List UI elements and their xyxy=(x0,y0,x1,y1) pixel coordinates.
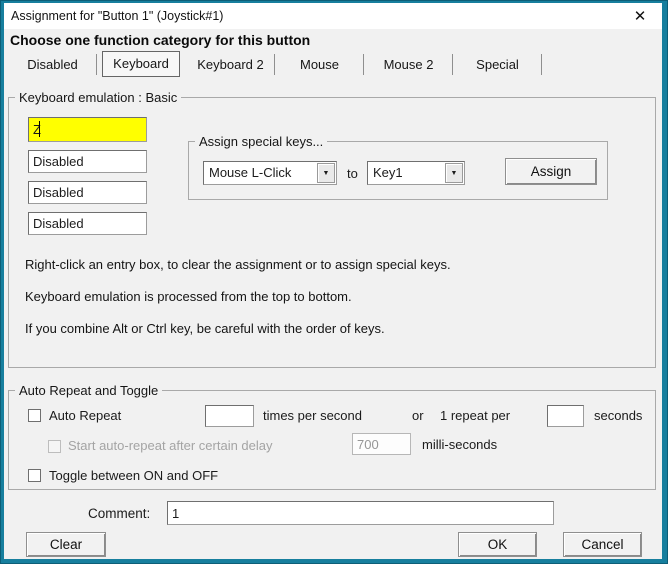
to-label: to xyxy=(347,166,358,181)
key-entry-1[interactable] xyxy=(28,117,147,142)
close-icon[interactable]: ✕ xyxy=(618,3,662,29)
auto-repeat-label: Auto Repeat xyxy=(49,408,122,423)
key-entry-4[interactable] xyxy=(28,212,147,235)
seconds-label: seconds xyxy=(594,408,643,423)
cancel-button[interactable]: Cancel xyxy=(563,532,642,557)
tab-keyboard[interactable]: Keyboard xyxy=(102,50,180,77)
category-tabs: Disabled Keyboard Keyboard 2 Mouse Mouse… xyxy=(8,50,542,77)
chevron-down-icon[interactable]: ▼ xyxy=(445,163,463,183)
tab-special[interactable]: Special xyxy=(453,53,542,77)
tab-keyboard-2[interactable]: Keyboard 2 xyxy=(186,53,275,77)
comment-input[interactable] xyxy=(167,501,554,525)
key-entry-3[interactable] xyxy=(28,181,147,204)
page-title: Choose one function category for this bu… xyxy=(10,32,311,48)
delay-milliseconds-input[interactable] xyxy=(352,433,411,455)
titlebar: Assignment for "Button 1" (Joystick#1) ✕ xyxy=(4,3,662,29)
or-label: or xyxy=(412,408,424,423)
start-delay-label: Start auto-repeat after certain delay xyxy=(68,438,273,453)
comment-label: Comment: xyxy=(88,506,151,521)
start-delay-checkbox[interactable] xyxy=(48,440,61,453)
info-processing-order: Keyboard emulation is processed from the… xyxy=(25,289,352,304)
keyboard-emulation-group-label: Keyboard emulation : Basic xyxy=(15,90,182,105)
assign-button[interactable]: Assign xyxy=(505,158,597,185)
special-key-target-dropdown[interactable]: Key1 ▼ xyxy=(367,161,465,185)
times-per-second-input[interactable] xyxy=(205,405,254,427)
auto-repeat-checkbox[interactable] xyxy=(28,409,41,422)
info-right-click: Right-click an entry box, to clear the a… xyxy=(25,257,451,272)
text-caret xyxy=(39,121,40,137)
tab-mouse[interactable]: Mouse xyxy=(275,53,364,77)
special-key-source-dropdown[interactable]: Mouse L-Click ▼ xyxy=(203,161,337,185)
special-key-target-value: Key1 xyxy=(373,165,403,180)
tab-disabled[interactable]: Disabled xyxy=(8,53,97,77)
window-title: Assignment for "Button 1" (Joystick#1) xyxy=(11,9,224,23)
key-entry-2[interactable] xyxy=(28,150,147,173)
assignment-dialog: Assignment for "Button 1" (Joystick#1) ✕… xyxy=(0,0,668,564)
auto-repeat-group-label: Auto Repeat and Toggle xyxy=(15,383,163,398)
ok-button[interactable]: OK xyxy=(458,532,537,557)
assign-special-keys-label: Assign special keys... xyxy=(195,134,328,149)
times-per-second-label: times per second xyxy=(263,408,362,423)
chevron-down-icon[interactable]: ▼ xyxy=(317,163,335,183)
clear-button[interactable]: Clear xyxy=(26,532,106,557)
tab-mouse-2[interactable]: Mouse 2 xyxy=(364,53,453,77)
info-alt-ctrl: If you combine Alt or Ctrl key, be caref… xyxy=(25,321,385,336)
special-key-source-value: Mouse L-Click xyxy=(209,165,292,180)
repeat-seconds-input[interactable] xyxy=(547,405,584,427)
toggle-checkbox[interactable] xyxy=(28,469,41,482)
milliseconds-label: milli-seconds xyxy=(422,437,498,452)
one-repeat-per-label: 1 repeat per xyxy=(440,408,511,423)
toggle-label: Toggle between ON and OFF xyxy=(49,468,219,483)
